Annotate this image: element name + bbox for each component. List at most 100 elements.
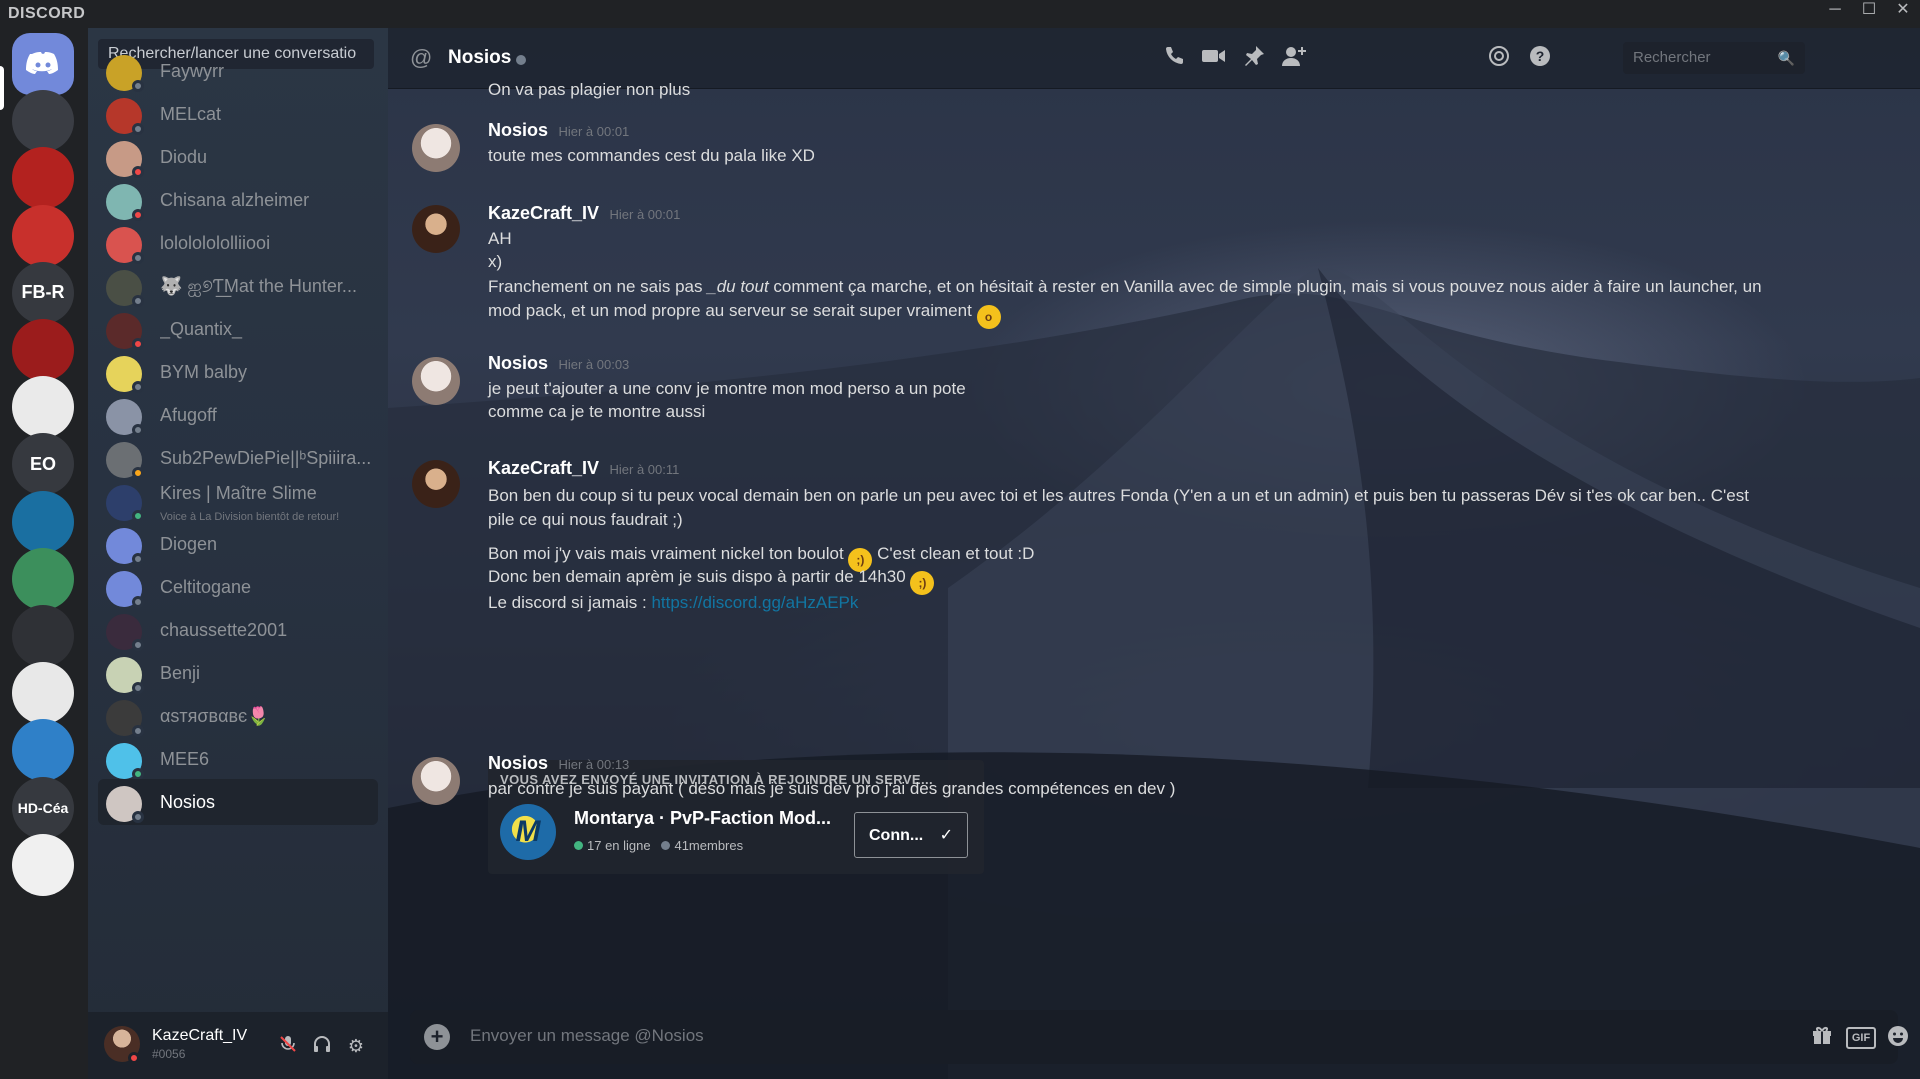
- author-name[interactable]: Nosios: [488, 120, 548, 140]
- surprised-emoji-icon: o: [976, 305, 1001, 329]
- voice-call-icon[interactable]: [1160, 44, 1188, 72]
- home-button[interactable]: [12, 33, 74, 95]
- user-tag: #0056: [152, 1047, 186, 1061]
- maximize-icon[interactable]: ☐: [1854, 0, 1884, 22]
- dm-list-item[interactable]: Celtitogane: [98, 564, 378, 610]
- server-icon[interactable]: [12, 547, 74, 610]
- invite-join-button[interactable]: Conn... ✓: [854, 812, 968, 858]
- dm-list-item[interactable]: Nosios: [98, 779, 378, 825]
- author-name[interactable]: KazeCraft_IV: [488, 458, 599, 478]
- author-name[interactable]: Nosios: [488, 753, 548, 773]
- message-text: toute mes commandes cest du pala like XD: [488, 146, 815, 165]
- dm-list-item[interactable]: MEE6: [98, 736, 378, 782]
- mentions-icon[interactable]: [1485, 44, 1513, 72]
- message-text: AH: [488, 229, 512, 248]
- invite-link[interactable]: https://discord.gg/aHzAEPk: [651, 593, 858, 612]
- video-call-icon[interactable]: [1200, 44, 1228, 72]
- invite-server-name: Montarya · PvP-Faction Mod...: [574, 808, 832, 828]
- user-name: KazeCraft_IV: [152, 1027, 248, 1044]
- settings-gear-icon[interactable]: ⚙: [344, 1034, 368, 1058]
- author-avatar[interactable]: [412, 460, 460, 508]
- gif-picker-button[interactable]: GIF: [1846, 1027, 1876, 1049]
- dm-name: MEE6: [160, 749, 210, 769]
- server-icon[interactable]: HD-Céa: [12, 776, 74, 839]
- dm-list-item[interactable]: αѕтяσвαвє🌷: [98, 693, 378, 739]
- dm-name: Chisana alzheimer: [160, 190, 310, 210]
- dm-list-item[interactable]: _Quantix_: [98, 306, 378, 352]
- dm-list-item[interactable]: 🐺 ஐ୭Ƭ͟Mat the Hunter...: [98, 263, 378, 309]
- invite-button-label: Conn...: [869, 827, 924, 844]
- dm-name: Nosios: [160, 792, 216, 812]
- pin-icon[interactable]: [1240, 44, 1268, 72]
- server-invite-card: VOUS AVEZ ENVOYÉ UNE INVITATION À REJOIN…: [488, 760, 984, 874]
- gift-icon[interactable]: [1808, 1024, 1836, 1050]
- dm-name: Kires | Maître Slime: [160, 483, 317, 503]
- dm-name: Faywyrr: [160, 61, 224, 81]
- user-status-dnd: [128, 1052, 140, 1064]
- author-name[interactable]: KazeCraft_IV: [488, 203, 599, 223]
- presence-status-dot: [132, 811, 144, 823]
- message-text: On va pas plagier non plus: [488, 80, 691, 99]
- headphones-icon[interactable]: [310, 1034, 334, 1058]
- invite-stats: 17 en ligne 41membres: [574, 838, 743, 853]
- server-icon[interactable]: [12, 204, 74, 267]
- author-avatar[interactable]: [412, 757, 460, 805]
- online-dot: [574, 841, 583, 850]
- server-icon[interactable]: FB-R: [12, 261, 74, 324]
- dm-name: Diodu: [160, 147, 208, 167]
- header-search-input[interactable]: Rechercher 🔍: [1623, 42, 1805, 74]
- upload-plus-icon[interactable]: +: [424, 1024, 450, 1050]
- server-icon[interactable]: [12, 662, 74, 725]
- server-icon[interactable]: [12, 376, 74, 439]
- author-avatar[interactable]: [412, 205, 460, 253]
- message-text-italic: _du tout: [707, 277, 769, 296]
- message-text-part: C'est clean et tout :D: [877, 544, 1035, 563]
- dm-list-item[interactable]: lolololololliiooi: [98, 220, 378, 266]
- message-text: Le discord si jamais : https://discord.g…: [488, 593, 858, 613]
- author-name[interactable]: Nosios: [488, 353, 548, 373]
- message-header: Nosios Hier à 00:13: [488, 753, 629, 774]
- emoji-picker-icon[interactable]: [1884, 1024, 1912, 1050]
- message-text: par contre je suis payant ( déso mais je…: [488, 779, 1176, 798]
- author-avatar[interactable]: [412, 357, 460, 405]
- message-text: Bon ben du coup si tu peux vocal demain …: [488, 486, 1749, 529]
- message-text: Franchement on ne sais pas _du tout comm…: [488, 275, 1778, 329]
- server-label: EO: [29, 453, 56, 474]
- server-icon[interactable]: [12, 719, 74, 782]
- mute-mic-icon[interactable]: [276, 1034, 300, 1058]
- server-icon[interactable]: [12, 147, 74, 210]
- active-server-indicator: [0, 66, 4, 110]
- dm-list-item[interactable]: BYM balby: [98, 349, 378, 395]
- dm-list-item[interactable]: Benji: [98, 650, 378, 696]
- server-icon[interactable]: [12, 319, 74, 381]
- dm-list-item[interactable]: Chisana alzheimer: [98, 177, 378, 223]
- server-label: HD-Céa: [17, 799, 69, 816]
- channel-name: Nosios: [448, 47, 512, 68]
- dm-list-item[interactable]: chaussette2001: [98, 607, 378, 653]
- author-avatar[interactable]: [412, 124, 460, 172]
- dm-list-item[interactable]: MELcat: [98, 91, 378, 137]
- add-friend-icon[interactable]: [1280, 44, 1308, 72]
- dm-list-item[interactable]: Afugoff: [98, 392, 378, 438]
- server-icon[interactable]: [12, 490, 74, 553]
- search-icon: 🔍: [1777, 50, 1795, 66]
- server-icon[interactable]: [12, 833, 74, 896]
- chat-area: @ Nosios Rechercher 🔍 ? On va pas plagie…: [388, 28, 1920, 1079]
- dm-list-item[interactable]: Faywyrr: [98, 48, 378, 94]
- server-icon[interactable]: EO: [12, 433, 74, 496]
- message-input[interactable]: Envoyer un message @Nosios: [470, 1026, 704, 1046]
- help-icon[interactable]: ?: [1526, 44, 1554, 72]
- server-icon[interactable]: [12, 605, 74, 667]
- message-header: Nosios Hier à 00:01: [488, 120, 629, 141]
- dm-list-item[interactable]: Diodu: [98, 134, 378, 180]
- dm-list-item[interactable]: Sub2PewDiePie||ᵇSpiiira...: [98, 435, 378, 481]
- minimize-icon[interactable]: ─: [1820, 0, 1850, 22]
- close-icon[interactable]: ✕: [1888, 0, 1918, 22]
- timestamp: Hier à 00:01: [609, 207, 681, 222]
- dm-list-item[interactable]: Kires | Maître Slime Voice à La Division …: [98, 478, 378, 524]
- timestamp: Hier à 00:11: [609, 462, 680, 477]
- message-text-part: Donc ben demain aprèm je suis dispo à pa…: [488, 567, 906, 586]
- dm-list-item[interactable]: Diogen: [98, 521, 378, 567]
- message-text: je peut t'ajouter a une conv je montre m…: [488, 379, 966, 398]
- server-icon[interactable]: [12, 90, 74, 153]
